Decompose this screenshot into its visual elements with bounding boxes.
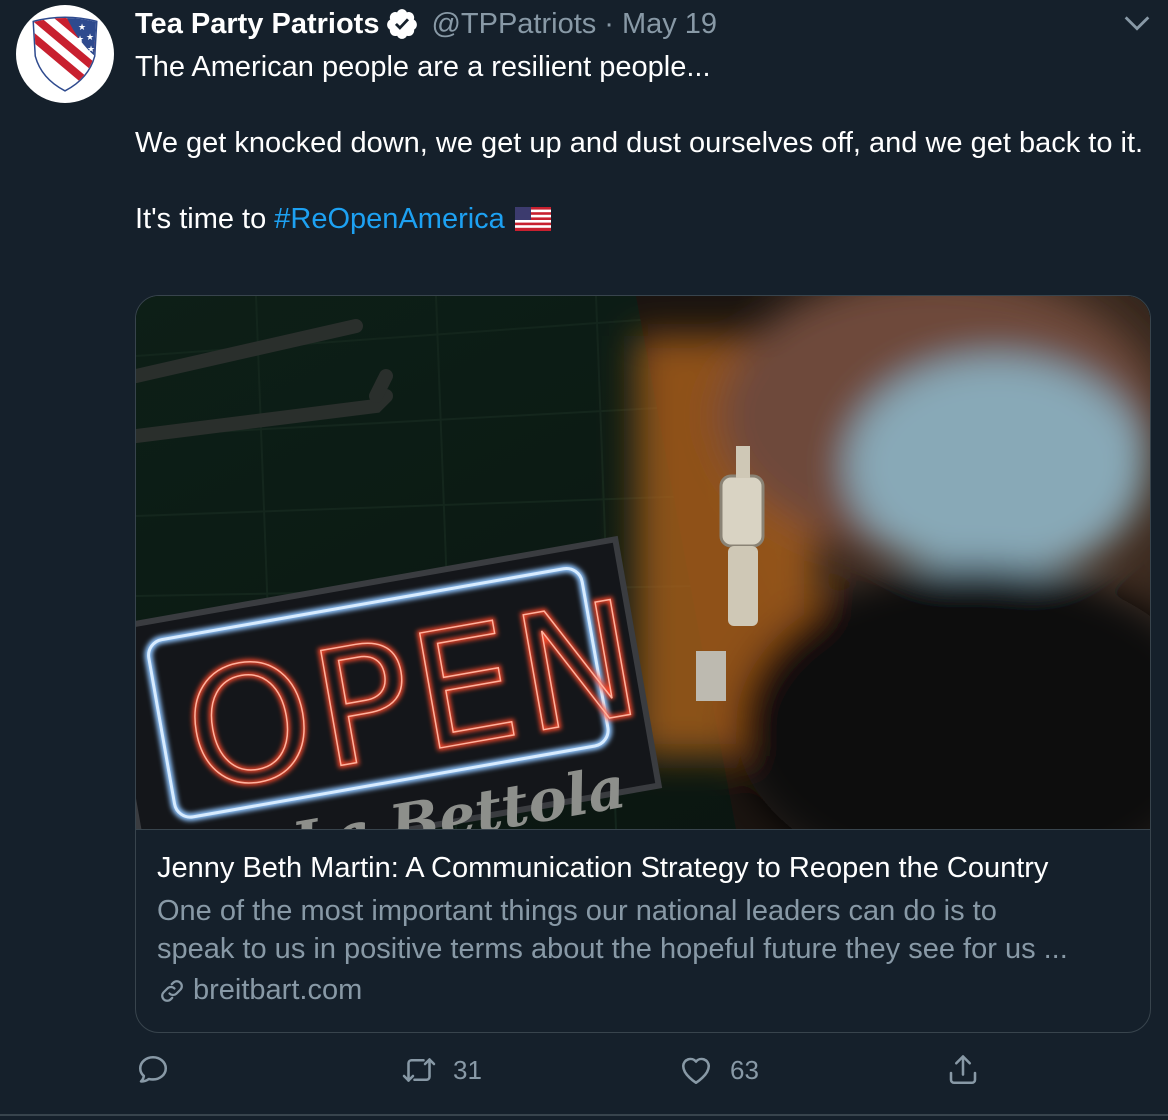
card-description-line: One of the most important things our nat… xyxy=(157,895,997,927)
share-button[interactable] xyxy=(945,1052,981,1088)
card-meta[interactable]: Jenny Beth Martin: A Communication Strat… xyxy=(136,829,1150,1032)
share-icon xyxy=(949,1055,977,1085)
card-domain-text: breitbart.com xyxy=(193,974,363,1006)
separator-dot: · xyxy=(604,7,614,40)
tweet-text: The American people are a resilient peop… xyxy=(135,48,1150,238)
svg-text:★: ★ xyxy=(87,45,95,55)
svg-text:★: ★ xyxy=(78,23,86,33)
tweet[interactable]: ★ ★ ★ ★ Tea Party Patriots @TPPatriots ·… xyxy=(0,0,1168,1120)
link-card[interactable]: OPEN OPEN La Bettola Jenny Beth Martin: … xyxy=(135,295,1151,1033)
reply-button[interactable] xyxy=(135,1052,187,1088)
card-title[interactable]: Jenny Beth Martin: A Communication Strat… xyxy=(157,852,1048,885)
card-description: One of the most important things our nat… xyxy=(157,892,1137,968)
author-name[interactable]: Tea Party Patriots xyxy=(135,8,379,41)
tweet-date[interactable]: May 19 xyxy=(622,8,717,41)
like-count: 63 xyxy=(730,1054,759,1085)
avatar[interactable]: ★ ★ ★ ★ xyxy=(16,5,114,103)
link-icon xyxy=(161,979,183,1002)
tweet-divider xyxy=(0,1114,1168,1116)
tweet-header: Tea Party Patriots @TPPatriots · May 19 xyxy=(135,4,717,44)
us-flag-emoji-icon xyxy=(514,207,551,231)
retweet-button[interactable]: 31 xyxy=(401,1052,482,1088)
tweet-text-line: It's time to #ReOpenAmerica xyxy=(135,200,1150,238)
verified-badge-icon xyxy=(387,9,418,39)
reply-icon xyxy=(138,1055,168,1083)
svg-text:★: ★ xyxy=(86,33,94,43)
like-button[interactable]: 63 xyxy=(678,1052,759,1088)
card-image[interactable]: OPEN OPEN La Bettola xyxy=(136,296,1150,829)
card-description-line: speak to us in positive terms about the … xyxy=(157,933,1068,965)
tweet-text-line: The American people are a resilient peop… xyxy=(135,51,711,83)
shield-logo-icon: ★ ★ ★ ★ xyxy=(32,16,98,92)
chevron-down-icon[interactable] xyxy=(1120,6,1154,40)
svg-text:★: ★ xyxy=(76,35,84,45)
card-domain[interactable]: breitbart.com xyxy=(157,974,362,1007)
tweet-text-line: We get knocked down, we get up and dust … xyxy=(135,127,1144,159)
open-sign-photo: OPEN OPEN La Bettola xyxy=(136,296,1150,829)
heart-icon xyxy=(681,1057,711,1085)
tweet-actions: 31 63 xyxy=(135,1052,1035,1094)
author-handle[interactable]: @TPPatriots xyxy=(431,8,596,41)
tweet-text-prefix: It's time to xyxy=(135,203,275,235)
hashtag-link[interactable]: #ReOpenAmerica xyxy=(274,203,505,235)
retweet-count: 31 xyxy=(453,1054,482,1085)
retweet-icon xyxy=(402,1058,436,1082)
